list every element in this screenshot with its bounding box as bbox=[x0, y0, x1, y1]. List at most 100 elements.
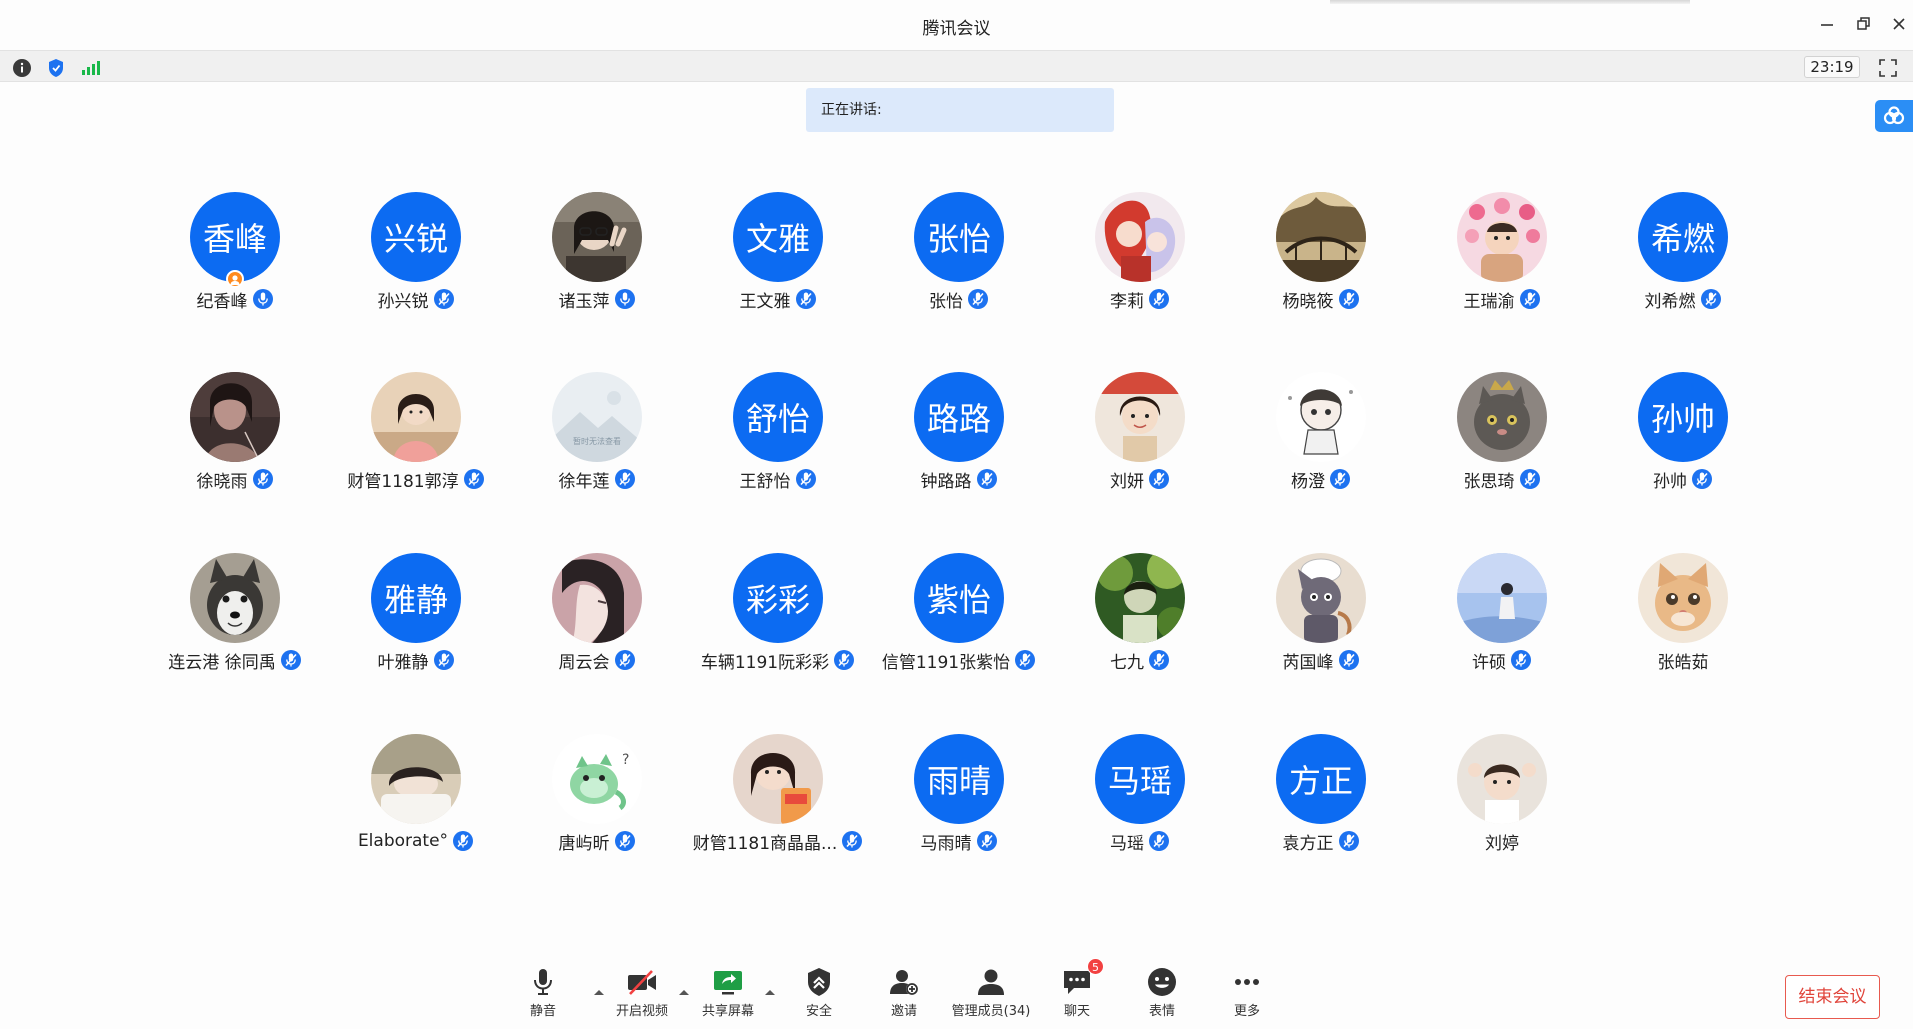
mic-muted-icon[interactable] bbox=[1519, 468, 1541, 490]
mute-options-caret[interactable] bbox=[592, 982, 606, 995]
signal-strength-icon[interactable] bbox=[79, 57, 101, 79]
participant-tile[interactable]: 兴锐 孙兴锐 bbox=[331, 192, 501, 322]
mic-on-icon[interactable] bbox=[614, 288, 636, 310]
participant-name: 王舒怡 bbox=[739, 471, 791, 492]
mic-muted-icon[interactable] bbox=[841, 830, 863, 852]
participant-tile[interactable]: 李莉 bbox=[1055, 192, 1225, 322]
mic-muted-icon[interactable] bbox=[1329, 468, 1351, 490]
participant-tile[interactable]: 周云会 bbox=[512, 553, 682, 683]
mic-muted-icon[interactable] bbox=[1148, 649, 1170, 671]
mic-muted-icon[interactable] bbox=[976, 830, 998, 852]
minimize-icon[interactable] bbox=[1815, 12, 1839, 36]
mic-muted-icon[interactable] bbox=[833, 649, 855, 671]
mic-muted-icon[interactable] bbox=[1338, 288, 1360, 310]
mic-muted-icon[interactable] bbox=[795, 468, 817, 490]
mic-muted-icon[interactable] bbox=[1148, 830, 1170, 852]
mic-muted-icon[interactable] bbox=[1338, 830, 1360, 852]
participant-label: 财管1181郭淳 bbox=[331, 466, 501, 492]
mic-muted-icon[interactable] bbox=[1519, 288, 1541, 310]
participant-tile[interactable]: 文雅 王文雅 bbox=[693, 192, 863, 322]
participant-tile[interactable]: 暂时无法查看 徐年莲 bbox=[512, 372, 682, 502]
close-icon[interactable] bbox=[1887, 12, 1911, 36]
mic-muted-icon[interactable] bbox=[967, 288, 989, 310]
avatar-initials-text: 希燃 bbox=[1650, 220, 1715, 258]
share-options-caret[interactable] bbox=[763, 982, 777, 995]
participant-tile[interactable]: Elaborate° bbox=[331, 734, 501, 864]
participant-tile[interactable]: 方正 袁方正 bbox=[1236, 734, 1406, 864]
mic-muted-icon[interactable] bbox=[795, 288, 817, 310]
participant-tile[interactable]: 张怡 张怡 bbox=[874, 192, 1044, 322]
reactions-button[interactable]: 表情 bbox=[1137, 960, 1187, 1029]
mic-muted-icon[interactable] bbox=[1700, 288, 1722, 310]
participant-tile[interactable]: 财管1181商晶晶... bbox=[693, 734, 863, 864]
mic-muted-icon[interactable] bbox=[1510, 649, 1532, 671]
participant-tile[interactable]: 许硕 bbox=[1417, 553, 1587, 683]
chat-button[interactable]: 5 聊天 bbox=[1052, 958, 1104, 1029]
mic-muted-icon[interactable] bbox=[280, 649, 302, 671]
participant-tile[interactable]: 刘妍 bbox=[1055, 372, 1225, 502]
mic-muted-icon[interactable] bbox=[614, 649, 636, 671]
participant-tile[interactable]: 希燃 刘希燃 bbox=[1598, 192, 1768, 322]
mute-button[interactable]: 静音 bbox=[518, 960, 568, 1029]
participant-tile[interactable]: 诸玉萍 bbox=[512, 192, 682, 322]
participant-tile[interactable]: ? 唐屿昕 bbox=[512, 734, 682, 864]
invite-button[interactable]: 邀请 bbox=[879, 960, 929, 1029]
video-options-caret[interactable] bbox=[677, 982, 691, 995]
participant-avatar-initials: 路路 bbox=[914, 372, 1004, 462]
share-screen-button[interactable]: 共享屏幕 bbox=[694, 960, 762, 1029]
mic-muted-icon[interactable] bbox=[1014, 649, 1036, 671]
participant-tile[interactable]: 芮国峰 bbox=[1236, 553, 1406, 683]
start-video-button[interactable]: 开启视频 bbox=[608, 960, 676, 1029]
participant-tile[interactable]: 雨晴 马雨晴 bbox=[874, 734, 1044, 864]
participant-tile[interactable]: 张思琦 bbox=[1417, 372, 1587, 502]
cloud-icon[interactable] bbox=[1875, 100, 1913, 132]
participant-tile[interactable]: 香峰 纪香峰 bbox=[150, 192, 320, 322]
participant-label: 唐屿昕 bbox=[512, 828, 682, 854]
participant-tile[interactable]: 杨澄 bbox=[1236, 372, 1406, 502]
participant-tile[interactable]: 彩彩 车辆1191阮彩彩 bbox=[693, 553, 863, 683]
mic-muted-icon[interactable] bbox=[463, 468, 485, 490]
participant-tile[interactable]: 杨晓筱 bbox=[1236, 192, 1406, 322]
mic-muted-icon[interactable] bbox=[1148, 288, 1170, 310]
participant-tile[interactable]: 舒怡 王舒怡 bbox=[693, 372, 863, 502]
participant-tile[interactable]: 张皓茹 bbox=[1598, 553, 1768, 683]
participant-tile[interactable]: 徐晓雨 bbox=[150, 372, 320, 502]
mic-muted-icon[interactable] bbox=[1338, 649, 1360, 671]
mic-muted-icon[interactable] bbox=[433, 649, 455, 671]
more-button[interactable]: 更多 bbox=[1222, 960, 1272, 1029]
end-meeting-button[interactable]: 结束会议 bbox=[1785, 975, 1880, 1019]
restore-icon[interactable] bbox=[1851, 12, 1875, 36]
participant-name: 诸玉萍 bbox=[558, 291, 610, 312]
participant-tile[interactable]: 财管1181郭淳 bbox=[331, 372, 501, 502]
participant-tile[interactable]: 紫怡 信管1191张紫怡 bbox=[874, 553, 1044, 683]
security-button[interactable]: 安全 bbox=[794, 960, 844, 1029]
participant-label: 七九 bbox=[1055, 647, 1225, 673]
participant-avatar-photo bbox=[1276, 553, 1366, 643]
mic-muted-icon[interactable] bbox=[452, 830, 474, 852]
mic-muted-icon[interactable] bbox=[1691, 468, 1713, 490]
mic-on-icon[interactable] bbox=[252, 288, 274, 310]
participant-avatar-photo bbox=[733, 734, 823, 824]
participant-tile[interactable]: 路路 钟路路 bbox=[874, 372, 1044, 502]
meeting-info-bar: 23:19 bbox=[0, 50, 1913, 82]
participant-avatar-photo bbox=[371, 372, 461, 462]
shield-icon[interactable] bbox=[45, 57, 67, 79]
info-icon[interactable] bbox=[11, 57, 33, 79]
fullscreen-icon[interactable] bbox=[1877, 57, 1899, 79]
participant-tile[interactable]: 刘婷 bbox=[1417, 734, 1587, 864]
mic-muted-icon[interactable] bbox=[614, 468, 636, 490]
participant-tile[interactable]: 连云港 徐同禹 bbox=[150, 553, 320, 683]
mic-muted-icon[interactable] bbox=[1148, 468, 1170, 490]
manage-members-button[interactable]: 管理成员(34) bbox=[948, 960, 1034, 1029]
participant-tile[interactable]: 马瑶 马瑶 bbox=[1055, 734, 1225, 864]
participant-label: 徐年莲 bbox=[512, 466, 682, 492]
participant-label: 张怡 bbox=[874, 286, 1044, 312]
participant-tile[interactable]: 七九 bbox=[1055, 553, 1225, 683]
participant-tile[interactable]: 孙帅 孙帅 bbox=[1598, 372, 1768, 502]
participant-tile[interactable]: 王瑞渝 bbox=[1417, 192, 1587, 322]
participant-tile[interactable]: 雅静 叶雅静 bbox=[331, 553, 501, 683]
mic-muted-icon[interactable] bbox=[976, 468, 998, 490]
mic-muted-icon[interactable] bbox=[614, 830, 636, 852]
mic-muted-icon[interactable] bbox=[433, 288, 455, 310]
mic-muted-icon[interactable] bbox=[252, 468, 274, 490]
